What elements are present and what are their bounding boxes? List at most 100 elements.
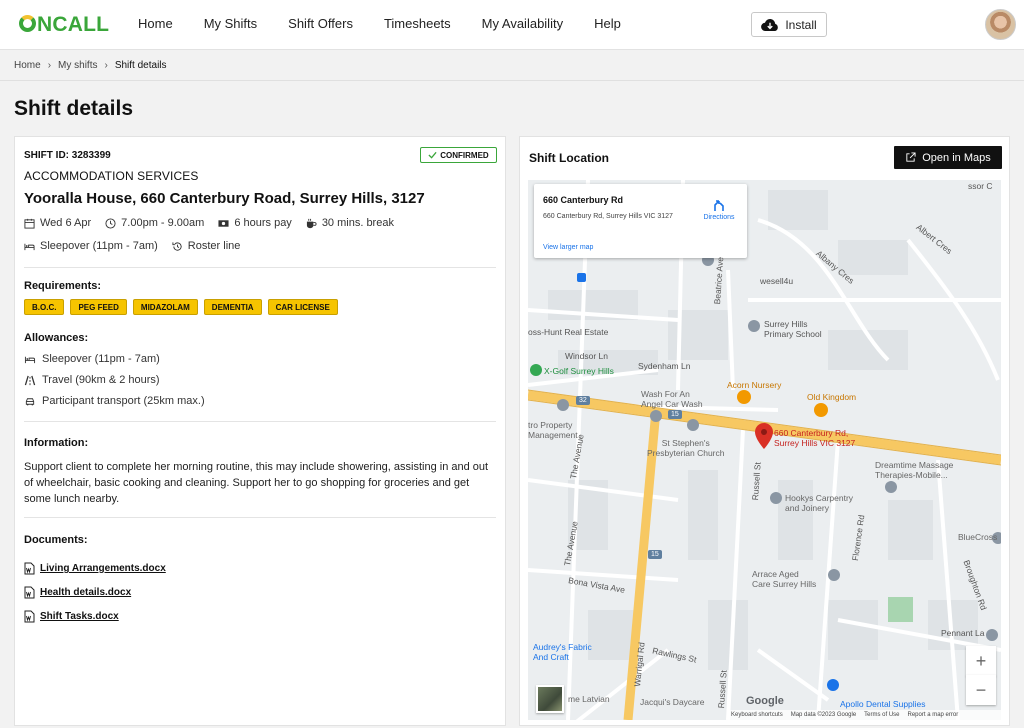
- breadcrumb-my-shifts[interactable]: My shifts: [58, 60, 97, 71]
- nav-shift-offers[interactable]: Shift Offers: [288, 16, 353, 31]
- document-link[interactable]: Shift Tasks.docx: [24, 610, 119, 623]
- oncall-logo[interactable]: NCALL: [19, 13, 109, 37]
- section-divider: [24, 517, 496, 518]
- breadcrumb-home[interactable]: Home: [14, 60, 41, 71]
- coffee-cup-icon: [306, 218, 317, 228]
- map-poi-label: me Latvian: [568, 694, 610, 704]
- map-poi-label: St Stephen's Presbyterian Church: [647, 438, 725, 458]
- map-street-label: ssor C: [968, 181, 993, 191]
- user-avatar[interactable]: [985, 9, 1016, 40]
- shift-location-card: Shift Location Open in Maps 660 Canterbu…: [519, 136, 1010, 726]
- nav-timesheets[interactable]: Timesheets: [384, 16, 451, 31]
- map-poi-label: Acorn Nursery: [727, 380, 782, 390]
- map-attribution-bar: Keyboard shortcuts Map data ©2023 Google…: [728, 710, 1001, 720]
- nav-my-availability[interactable]: My Availability: [482, 16, 563, 31]
- external-link-icon: [906, 152, 916, 162]
- map-poi-label: Hookys Carpentry and Joinery: [785, 493, 854, 513]
- shift-address: Yooralla House, 660 Canterbury Road, Sur…: [24, 190, 425, 207]
- route-marker-label: 15: [651, 551, 659, 558]
- bed-icon: [24, 243, 35, 250]
- shift-meta-row: Wed 6 Apr 7.00pm - 9.00am 6 hours pay 30…: [24, 217, 408, 229]
- information-title: Information:: [24, 437, 89, 449]
- car-icon: [25, 397, 35, 405]
- top-navbar: NCALL Home My Shifts Shift Offers Timesh…: [0, 0, 1024, 50]
- requirement-tag: B.O.C.: [24, 299, 65, 315]
- shift-date-label: Wed 6 Apr: [40, 217, 92, 229]
- info-address: 660 Canterbury Rd, Surrey Hills VIC 3127: [543, 213, 673, 220]
- status-label: CONFIRMED: [440, 150, 489, 160]
- map-poi-label: Surrey Hills Primary School: [764, 319, 822, 339]
- shift-sleepover-label: Sleepover (11pm - 7am): [40, 240, 158, 252]
- document-name: Health details.docx: [40, 587, 132, 598]
- route-marker-label: 15: [671, 411, 679, 418]
- money-icon: [218, 219, 229, 227]
- map-poi-label: Jacqui's Daycare: [640, 697, 705, 707]
- document-link[interactable]: Health details.docx: [24, 586, 131, 599]
- directions-icon: [714, 200, 724, 211]
- history-icon: [172, 241, 182, 251]
- map-poi-label: Dreamtime Massage Therapies-Mobile...: [875, 460, 954, 480]
- word-file-icon: [24, 586, 35, 599]
- map-info-window: 660 Canterbury Rd 660 Canterbury Rd, Sur…: [534, 184, 747, 258]
- nav-my-shifts[interactable]: My Shifts: [204, 16, 257, 31]
- location-title: Shift Location: [529, 151, 609, 165]
- shift-details-card: SHIFT ID: 3283399 CONFIRMED ACCOMMODATIO…: [14, 136, 506, 726]
- embedded-map[interactable]: 660 Canterbury Rd 660 Canterbury Rd, Sur…: [528, 180, 1001, 720]
- shift-pay-label: 6 hours pay: [234, 217, 292, 229]
- breadcrumb: Home › My shifts › Shift details: [14, 60, 167, 71]
- shift-roster-label: Roster line: [187, 240, 241, 252]
- requirements-title: Requirements:: [24, 280, 102, 292]
- word-file-icon: [24, 610, 35, 623]
- directions-link[interactable]: Directions: [694, 198, 744, 221]
- map-poi-label: tro Property Management: [528, 420, 578, 440]
- shift-time: 7.00pm - 9.00am: [105, 217, 204, 229]
- breadcrumb-divider: [0, 80, 1024, 81]
- documents-title: Documents:: [24, 534, 88, 546]
- keyboard-shortcuts-link[interactable]: Keyboard shortcuts: [731, 712, 783, 718]
- satellite-toggle[interactable]: [536, 685, 564, 713]
- map-street-label: Sydenham Ln: [638, 361, 691, 371]
- zoom-out-button[interactable]: −: [966, 675, 996, 705]
- view-larger-map-link[interactable]: View larger map: [543, 244, 593, 251]
- main-nav: Home My Shifts Shift Offers Timesheets M…: [138, 16, 652, 31]
- calendar-icon: [24, 218, 35, 229]
- section-divider: [24, 421, 496, 422]
- word-file-icon: [24, 562, 35, 575]
- zoom-in-button[interactable]: +: [966, 646, 996, 676]
- status-badge: CONFIRMED: [420, 147, 497, 163]
- allowance-item: Participant transport (25km max.): [24, 395, 205, 407]
- map-street-label: Pennant La: [941, 628, 985, 638]
- map-poi-label: Arrace Aged Care Surrey Hills: [752, 569, 817, 589]
- requirement-tag: MIDAZOLAM: [132, 299, 198, 315]
- requirements-tags: B.O.C. PEG FEED MIDAZOLAM DEMENTIA CAR L…: [24, 299, 338, 315]
- bed-icon: [24, 356, 36, 363]
- nav-help[interactable]: Help: [594, 16, 621, 31]
- map-poi-label: Wash For An Angel Car Wash: [641, 389, 703, 409]
- route-marker-label: 32: [579, 397, 587, 404]
- shift-date: Wed 6 Apr: [24, 217, 91, 229]
- requirement-tag: PEG FEED: [70, 299, 127, 315]
- shift-break: 30 mins. break: [306, 217, 394, 229]
- info-title: 660 Canterbury Rd: [543, 195, 624, 205]
- install-button[interactable]: Install: [751, 12, 827, 37]
- allowance-label: Travel (90km & 2 hours): [42, 374, 160, 386]
- shift-meta-row-2: Sleepover (11pm - 7am) Roster line: [24, 240, 254, 252]
- map-poi-label: X-Golf Surrey Hills: [544, 366, 614, 376]
- open-in-maps-button[interactable]: Open in Maps: [894, 146, 1002, 169]
- allowance-label: Participant transport (25km max.): [42, 395, 205, 407]
- allowances-title: Allowances:: [24, 332, 89, 344]
- cloud-download-icon: [761, 18, 779, 31]
- nav-home[interactable]: Home: [138, 16, 173, 31]
- directions-label: Directions: [703, 214, 735, 221]
- check-icon: [428, 151, 437, 159]
- shift-pay: 6 hours pay: [218, 217, 292, 229]
- document-link[interactable]: Living Arrangements.docx: [24, 562, 166, 575]
- breadcrumb-current: Shift details: [114, 60, 167, 71]
- shift-roster: Roster line: [172, 240, 241, 252]
- road-icon: [24, 375, 36, 385]
- map-poi-label: Old Kingdom: [807, 392, 857, 402]
- requirement-tag: CAR LICENSE: [267, 299, 338, 315]
- map-street-label: Windsor Ln: [565, 351, 608, 361]
- terms-link[interactable]: Terms of Use: [864, 712, 899, 718]
- report-error-link[interactable]: Report a map error: [908, 712, 959, 718]
